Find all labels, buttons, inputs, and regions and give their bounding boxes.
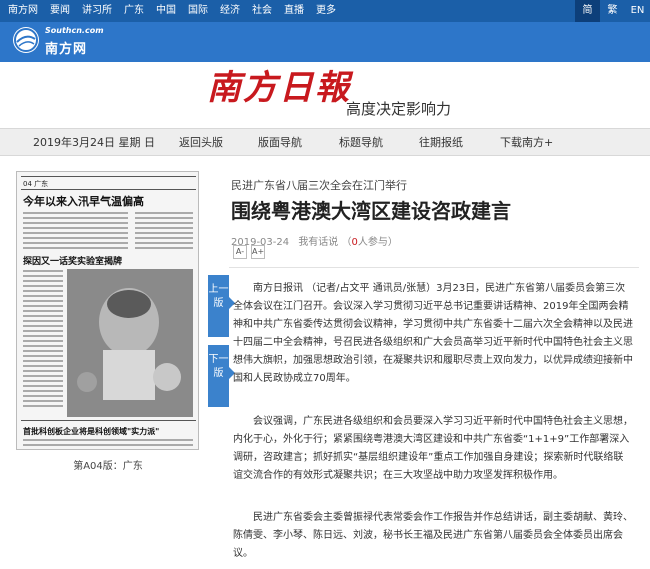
thumbnail-page-image: 04 广东 今年以来入汛早气温偏高 探因又一话奖实验室揭牌 首批科创板企业将是科… [17, 172, 198, 449]
article-paragraph: 南方日报讯 （记者/占文平 通讯员/张慧）3月23日，民进广东省第八届委员会第三… [233, 283, 633, 384]
top-nav-item-lecture[interactable]: 讲习所 [76, 0, 118, 22]
logo-url-text: Southcn.com [45, 26, 104, 35]
participants-suffix: 人参与 [357, 237, 388, 248]
past-issues-link[interactable]: 往期报纸 [419, 129, 463, 156]
masthead-slogan: 高度决定影响力 [346, 100, 452, 118]
thumb-headline-3: 首批科创板企业将是科创领域"实力派" [23, 426, 159, 436]
divider [229, 267, 639, 268]
lang-english[interactable]: EN [625, 0, 650, 22]
top-nav-item-more[interactable]: 更多 [310, 0, 342, 22]
article-paragraph: 民进广东省委会主委曾振禄代表常委会作工作报告并作总结讲话，副主委胡献、黄玲、陈倩… [233, 512, 633, 559]
edition-nav: 2019年3月24日 星期 日 返回头版 版面导航 标题导航 往期报纸 下载南方… [0, 128, 650, 156]
thumb-headline-1: 今年以来入汛早气温偏高 [22, 194, 144, 208]
comment-link[interactable]: 我有话说 [298, 237, 338, 248]
top-nav-item-live[interactable]: 直播 [278, 0, 310, 22]
top-nav-item-china[interactable]: 中国 [150, 0, 182, 22]
article-subtitle: 民进广东省八届三次全会在江门举行 [231, 179, 407, 192]
thumb-page-label: 04 广东 [23, 179, 48, 188]
top-nav-item-international[interactable]: 国际 [182, 0, 214, 22]
top-nav-item-guangdong[interactable]: 广东 [118, 0, 150, 22]
southcn-logo-icon[interactable] [13, 27, 39, 53]
prev-page-tab[interactable]: 上一版 [208, 275, 235, 337]
lang-simplified[interactable]: 简 [575, 0, 600, 22]
logo-name-text: 南方网 [45, 42, 88, 57]
article-title: 围绕粤港澳大湾区建设咨政建言 [231, 199, 511, 223]
language-switcher: 简 繁 EN [575, 0, 650, 22]
page-thumbnail[interactable]: 04 广东 今年以来入汛早气温偏高 探因又一话奖实验室揭牌 首批科创板企业将是科… [16, 171, 199, 450]
download-app-link[interactable]: 下载南方+ [500, 129, 553, 156]
back-to-front-link[interactable]: 返回头版 [179, 129, 223, 156]
font-larger-button[interactable]: A+ [251, 245, 265, 259]
article-paragraph: 会议强调，广东民进各级组织和会员要深入学习习近平新时代中国特色社会主义思想，内化… [233, 416, 633, 481]
next-page-tab[interactable]: 下一版 [208, 345, 235, 407]
top-nav: 南方网 要闻 讲习所 广东 中国 国际 经济 社会 直播 更多 [0, 0, 342, 22]
lang-traditional[interactable]: 繁 [600, 0, 625, 22]
edition-date: 2019年3月24日 星期 日 [33, 136, 155, 149]
page-nav-link[interactable]: 版面导航 [258, 129, 302, 156]
top-nav-item-economy[interactable]: 经济 [214, 0, 246, 22]
thumb-headline-2: 探因又一话奖实验室揭牌 [23, 255, 122, 267]
top-nav-item-society[interactable]: 社会 [246, 0, 278, 22]
newspaper-masthead-title: 南方日報 [207, 68, 351, 108]
top-nav-item-southcn[interactable]: 南方网 [0, 0, 44, 22]
font-smaller-button[interactable]: A- [233, 245, 247, 259]
top-nav-item-news[interactable]: 要闻 [44, 0, 76, 22]
title-nav-link[interactable]: 标题导航 [339, 129, 383, 156]
thumbnail-caption[interactable]: 第A04版：广东 [0, 457, 216, 472]
